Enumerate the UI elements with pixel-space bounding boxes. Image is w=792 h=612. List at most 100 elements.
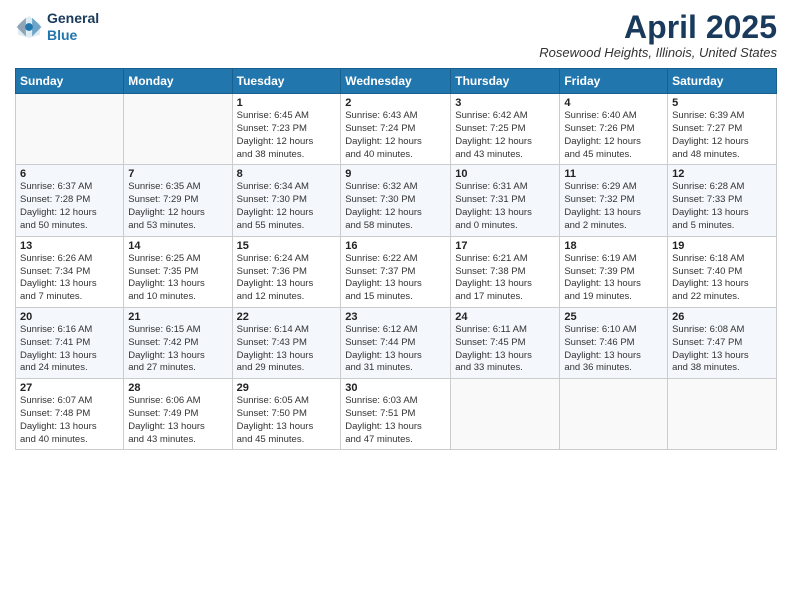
calendar-cell: 9Sunrise: 6:32 AM Sunset: 7:30 PM Daylig… (341, 165, 451, 236)
day-info: Sunrise: 6:08 AM Sunset: 7:47 PM Dayligh… (672, 324, 772, 375)
calendar-header-tuesday: Tuesday (232, 69, 341, 94)
day-info: Sunrise: 6:31 AM Sunset: 7:31 PM Dayligh… (455, 181, 555, 232)
calendar-cell: 24Sunrise: 6:11 AM Sunset: 7:45 PM Dayli… (451, 307, 560, 378)
page: General Blue April 2025 Rosewood Heights… (0, 0, 792, 612)
day-info: Sunrise: 6:05 AM Sunset: 7:50 PM Dayligh… (237, 395, 337, 446)
calendar-cell: 17Sunrise: 6:21 AM Sunset: 7:38 PM Dayli… (451, 236, 560, 307)
calendar-week-row: 6Sunrise: 6:37 AM Sunset: 7:28 PM Daylig… (16, 165, 777, 236)
day-info: Sunrise: 6:24 AM Sunset: 7:36 PM Dayligh… (237, 253, 337, 304)
day-number: 20 (20, 311, 119, 323)
calendar-cell: 3Sunrise: 6:42 AM Sunset: 7:25 PM Daylig… (451, 94, 560, 165)
calendar-header-friday: Friday (560, 69, 668, 94)
day-number: 16 (345, 240, 446, 252)
day-info: Sunrise: 6:19 AM Sunset: 7:39 PM Dayligh… (564, 253, 663, 304)
day-info: Sunrise: 6:10 AM Sunset: 7:46 PM Dayligh… (564, 324, 663, 375)
calendar-header-monday: Monday (124, 69, 232, 94)
day-number: 19 (672, 240, 772, 252)
calendar-cell: 16Sunrise: 6:22 AM Sunset: 7:37 PM Dayli… (341, 236, 451, 307)
day-info: Sunrise: 6:14 AM Sunset: 7:43 PM Dayligh… (237, 324, 337, 375)
calendar-cell: 15Sunrise: 6:24 AM Sunset: 7:36 PM Dayli… (232, 236, 341, 307)
calendar-cell: 25Sunrise: 6:10 AM Sunset: 7:46 PM Dayli… (560, 307, 668, 378)
day-number: 4 (564, 97, 663, 109)
calendar-week-row: 13Sunrise: 6:26 AM Sunset: 7:34 PM Dayli… (16, 236, 777, 307)
calendar-cell: 26Sunrise: 6:08 AM Sunset: 7:47 PM Dayli… (668, 307, 777, 378)
calendar-cell: 14Sunrise: 6:25 AM Sunset: 7:35 PM Dayli… (124, 236, 232, 307)
logo-icon (15, 13, 43, 41)
calendar-cell: 29Sunrise: 6:05 AM Sunset: 7:50 PM Dayli… (232, 379, 341, 450)
day-number: 21 (128, 311, 227, 323)
day-info: Sunrise: 6:28 AM Sunset: 7:33 PM Dayligh… (672, 181, 772, 232)
logo-blue: Blue (47, 27, 77, 43)
calendar-header-thursday: Thursday (451, 69, 560, 94)
day-info: Sunrise: 6:16 AM Sunset: 7:41 PM Dayligh… (20, 324, 119, 375)
day-number: 26 (672, 311, 772, 323)
calendar-cell: 23Sunrise: 6:12 AM Sunset: 7:44 PM Dayli… (341, 307, 451, 378)
day-number: 11 (564, 168, 663, 180)
day-info: Sunrise: 6:32 AM Sunset: 7:30 PM Dayligh… (345, 181, 446, 232)
day-number: 6 (20, 168, 119, 180)
day-info: Sunrise: 6:18 AM Sunset: 7:40 PM Dayligh… (672, 253, 772, 304)
day-info: Sunrise: 6:35 AM Sunset: 7:29 PM Dayligh… (128, 181, 227, 232)
calendar-cell: 27Sunrise: 6:07 AM Sunset: 7:48 PM Dayli… (16, 379, 124, 450)
calendar-header-saturday: Saturday (668, 69, 777, 94)
day-info: Sunrise: 6:12 AM Sunset: 7:44 PM Dayligh… (345, 324, 446, 375)
day-info: Sunrise: 6:26 AM Sunset: 7:34 PM Dayligh… (20, 253, 119, 304)
day-number: 24 (455, 311, 555, 323)
calendar-cell: 2Sunrise: 6:43 AM Sunset: 7:24 PM Daylig… (341, 94, 451, 165)
day-number: 8 (237, 168, 337, 180)
day-number: 17 (455, 240, 555, 252)
day-info: Sunrise: 6:34 AM Sunset: 7:30 PM Dayligh… (237, 181, 337, 232)
day-info: Sunrise: 6:37 AM Sunset: 7:28 PM Dayligh… (20, 181, 119, 232)
day-number: 13 (20, 240, 119, 252)
calendar-cell: 7Sunrise: 6:35 AM Sunset: 7:29 PM Daylig… (124, 165, 232, 236)
title-block: April 2025 Rosewood Heights, Illinois, U… (539, 10, 777, 60)
calendar-week-row: 20Sunrise: 6:16 AM Sunset: 7:41 PM Dayli… (16, 307, 777, 378)
calendar-cell: 13Sunrise: 6:26 AM Sunset: 7:34 PM Dayli… (16, 236, 124, 307)
calendar-header-row: SundayMondayTuesdayWednesdayThursdayFrid… (16, 69, 777, 94)
calendar-cell (668, 379, 777, 450)
calendar-cell: 4Sunrise: 6:40 AM Sunset: 7:26 PM Daylig… (560, 94, 668, 165)
day-number: 22 (237, 311, 337, 323)
day-info: Sunrise: 6:40 AM Sunset: 7:26 PM Dayligh… (564, 110, 663, 161)
calendar-cell: 8Sunrise: 6:34 AM Sunset: 7:30 PM Daylig… (232, 165, 341, 236)
calendar-cell: 19Sunrise: 6:18 AM Sunset: 7:40 PM Dayli… (668, 236, 777, 307)
day-info: Sunrise: 6:39 AM Sunset: 7:27 PM Dayligh… (672, 110, 772, 161)
calendar-cell (16, 94, 124, 165)
day-info: Sunrise: 6:25 AM Sunset: 7:35 PM Dayligh… (128, 253, 227, 304)
day-number: 1 (237, 97, 337, 109)
logo-text: General Blue (47, 10, 99, 44)
day-number: 12 (672, 168, 772, 180)
calendar-table: SundayMondayTuesdayWednesdayThursdayFrid… (15, 68, 777, 450)
calendar-cell: 11Sunrise: 6:29 AM Sunset: 7:32 PM Dayli… (560, 165, 668, 236)
day-number: 7 (128, 168, 227, 180)
calendar-cell: 10Sunrise: 6:31 AM Sunset: 7:31 PM Dayli… (451, 165, 560, 236)
calendar-cell: 30Sunrise: 6:03 AM Sunset: 7:51 PM Dayli… (341, 379, 451, 450)
day-number: 3 (455, 97, 555, 109)
calendar-cell: 6Sunrise: 6:37 AM Sunset: 7:28 PM Daylig… (16, 165, 124, 236)
day-info: Sunrise: 6:21 AM Sunset: 7:38 PM Dayligh… (455, 253, 555, 304)
calendar-cell: 18Sunrise: 6:19 AM Sunset: 7:39 PM Dayli… (560, 236, 668, 307)
calendar-header-sunday: Sunday (16, 69, 124, 94)
day-number: 25 (564, 311, 663, 323)
calendar-cell (451, 379, 560, 450)
day-number: 29 (237, 382, 337, 394)
day-number: 15 (237, 240, 337, 252)
calendar-cell: 21Sunrise: 6:15 AM Sunset: 7:42 PM Dayli… (124, 307, 232, 378)
calendar-week-row: 1Sunrise: 6:45 AM Sunset: 7:23 PM Daylig… (16, 94, 777, 165)
day-number: 18 (564, 240, 663, 252)
day-info: Sunrise: 6:22 AM Sunset: 7:37 PM Dayligh… (345, 253, 446, 304)
header: General Blue April 2025 Rosewood Heights… (15, 10, 777, 60)
month-title: April 2025 (539, 10, 777, 45)
day-number: 9 (345, 168, 446, 180)
day-info: Sunrise: 6:06 AM Sunset: 7:49 PM Dayligh… (128, 395, 227, 446)
day-info: Sunrise: 6:07 AM Sunset: 7:48 PM Dayligh… (20, 395, 119, 446)
day-number: 10 (455, 168, 555, 180)
calendar-cell: 5Sunrise: 6:39 AM Sunset: 7:27 PM Daylig… (668, 94, 777, 165)
day-info: Sunrise: 6:03 AM Sunset: 7:51 PM Dayligh… (345, 395, 446, 446)
day-number: 30 (345, 382, 446, 394)
day-info: Sunrise: 6:29 AM Sunset: 7:32 PM Dayligh… (564, 181, 663, 232)
calendar-week-row: 27Sunrise: 6:07 AM Sunset: 7:48 PM Dayli… (16, 379, 777, 450)
logo: General Blue (15, 10, 99, 44)
calendar-cell: 28Sunrise: 6:06 AM Sunset: 7:49 PM Dayli… (124, 379, 232, 450)
day-info: Sunrise: 6:11 AM Sunset: 7:45 PM Dayligh… (455, 324, 555, 375)
